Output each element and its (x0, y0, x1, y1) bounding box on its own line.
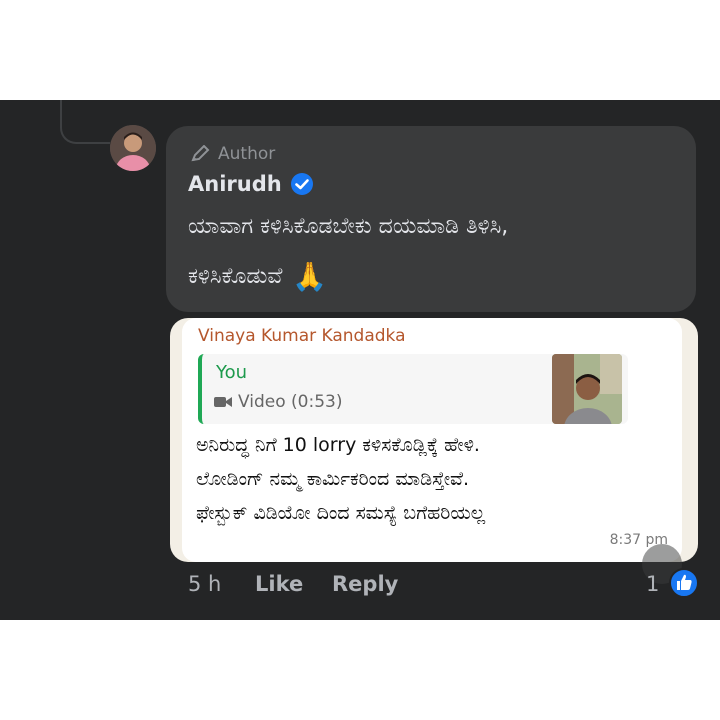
attached-screenshot[interactable]: Vinaya Kumar Kandadka You Video (0:53) ಅ (170, 318, 698, 562)
reply-button[interactable]: Reply (332, 572, 398, 596)
reply-thread-connector (60, 100, 110, 144)
quoted-video-label: Video (0:53) (238, 392, 343, 412)
chat-text-line: ಲೋಡಿಂಗ್ ನಮ್ಮ ಕಾರ್ಮಿಕರಿಂದ ಮಾಡಿಸ್ತೇವೆ. (196, 468, 470, 490)
comment-timestamp[interactable]: 5 h (188, 572, 221, 596)
chat-text-line: ಅನಿರುದ್ಧ ನಿಗೆ 10 lorry ಕಳಿಸಕೊಡ್ಲಿಕ್ಕೆ ಹೇ… (196, 434, 480, 456)
chat-sender-name: Vinaya Kumar Kandadka (198, 326, 406, 346)
video-thumbnail (552, 354, 622, 424)
author-badge: Author (190, 144, 275, 164)
comment-text-line-1: ಯಾವಾಗ ಕಳಿಸಿಕೊಡಬೇಕು ದಯಮಾಡಿ ತಿಳಿಸಿ, (188, 214, 509, 239)
thumbs-up-icon[interactable] (669, 568, 699, 598)
author-badge-label: Author (218, 144, 276, 164)
chat-message: Vinaya Kumar Kandadka You Video (0:53) ಅ (182, 318, 682, 562)
like-button[interactable]: Like (255, 572, 303, 596)
chat-text-line: ಫೇಸ್ಬುಕ್ ವಿಡಿಯೋ ದಿಂದ ಸಮಸ್ಯೆ ಬಗೆಹರಿಯಲ್ಲ (196, 502, 486, 524)
verified-badge-icon (290, 173, 313, 195)
folded-hands-icon: 🙏 (292, 260, 328, 293)
avatar[interactable] (110, 125, 156, 171)
commenter-name[interactable]: Anirudh (188, 172, 282, 196)
comment-bubble: Author Anirudh ಯಾವಾಗ ಕಳಿಸಿಕೊಡಬೇಕು ದಯಮಾಡಿ… (166, 126, 696, 312)
quoted-sender: You (216, 362, 248, 383)
quoted-video: Video (0:53) (214, 392, 342, 412)
pencil-icon (191, 145, 210, 162)
comment-text-line-2: ಕಳಿಸಿಕೊಡುವೆ (188, 264, 283, 289)
video-camera-icon (214, 397, 232, 407)
reaction-count[interactable]: 1 (646, 572, 659, 596)
